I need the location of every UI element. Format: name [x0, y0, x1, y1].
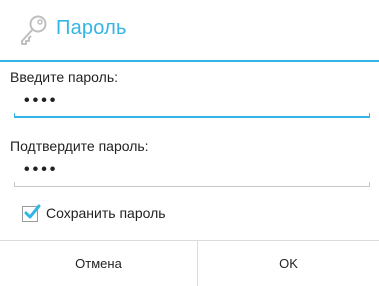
cancel-button[interactable]: Отмена [0, 241, 197, 286]
confirm-password-input[interactable]: •••• [14, 157, 370, 187]
save-password-checkbox[interactable] [22, 204, 41, 222]
password-dialog: Пароль Введите пароль: •••• Подтвердите … [0, 0, 379, 286]
password-label: Введите пароль: [10, 69, 119, 85]
checkmark-icon [24, 204, 41, 219]
dialog-button-bar: Отмена OK [0, 240, 379, 286]
password-input[interactable]: •••• [14, 88, 370, 118]
ok-button[interactable]: OK [198, 241, 379, 286]
password-input-value: •••• [24, 92, 59, 109]
dialog-title-bar: Пароль [0, 0, 379, 60]
confirm-password-input-underline [14, 182, 370, 187]
confirm-password-label: Подтвердите пароль: [10, 138, 149, 154]
password-input-underline [14, 113, 370, 118]
key-icon [18, 14, 48, 46]
save-password-label: Сохранить пароль [46, 205, 166, 221]
title-divider [0, 60, 379, 62]
confirm-password-input-value: •••• [24, 161, 59, 178]
dialog-title: Пароль [56, 17, 127, 39]
